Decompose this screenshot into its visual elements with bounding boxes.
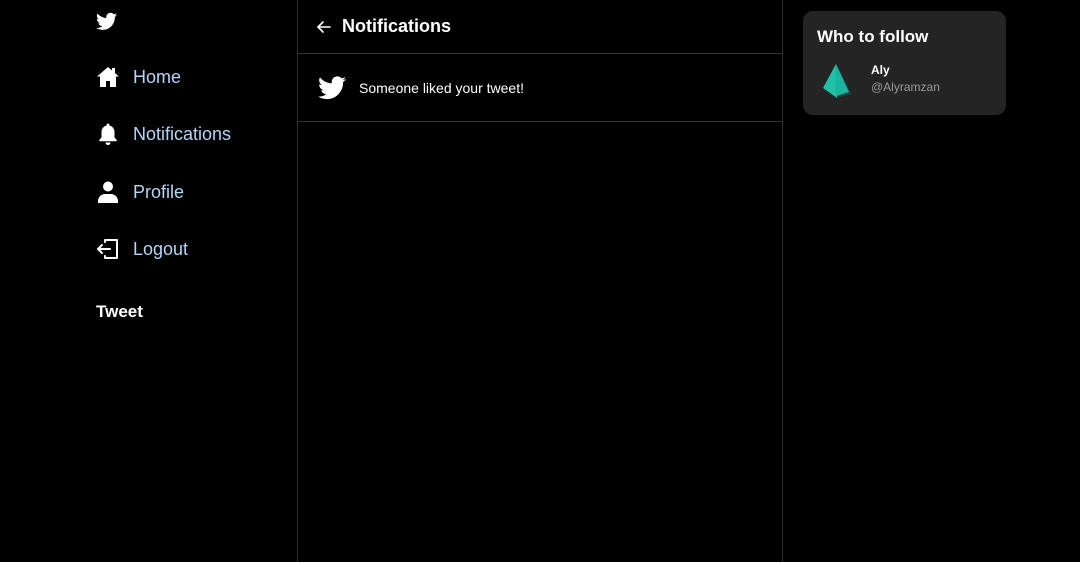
follow-user-handle: @Alyramzan xyxy=(871,80,940,94)
left-sidebar: Home Notifications Profile Logout Tweet xyxy=(0,0,297,562)
tweet-button[interactable]: Tweet xyxy=(96,302,143,322)
sidebar-item-notifications[interactable]: Notifications xyxy=(96,119,231,149)
page-title: Notifications xyxy=(342,16,452,36)
page-header: Notifications xyxy=(298,0,782,54)
who-to-follow-card: Who to follow Aly @Alyramzan xyxy=(803,11,1006,115)
user-icon xyxy=(96,180,120,204)
twitter-logo-icon[interactable] xyxy=(96,12,117,31)
right-sidebar: Who to follow Aly @Alyramzan xyxy=(782,0,1080,562)
notification-text: Someone liked your tweet! xyxy=(359,79,524,96)
who-to-follow-title: Who to follow xyxy=(817,27,929,46)
notifications-column: Notifications Someone liked your tweet! xyxy=(297,0,783,562)
logout-icon xyxy=(96,237,120,261)
sidebar-item-label: Profile xyxy=(133,182,185,202)
bell-icon xyxy=(96,122,120,146)
notification-item[interactable]: Someone liked your tweet! xyxy=(298,54,782,122)
home-icon xyxy=(96,65,120,89)
follow-user-name: Aly xyxy=(871,63,890,77)
sidebar-item-label: Notifications xyxy=(133,124,232,144)
twitter-bird-icon xyxy=(318,75,346,100)
sidebar-item-profile[interactable]: Profile xyxy=(96,177,184,207)
arrow-left-icon[interactable] xyxy=(316,19,332,35)
prisma-logo-icon xyxy=(821,63,853,99)
sidebar-item-logout[interactable]: Logout xyxy=(96,234,188,264)
sidebar-item-home[interactable]: Home xyxy=(96,62,181,92)
follow-suggestion[interactable]: Aly @Alyramzan xyxy=(817,61,997,101)
sidebar-item-label: Logout xyxy=(133,239,189,259)
sidebar-item-label: Home xyxy=(133,67,182,87)
